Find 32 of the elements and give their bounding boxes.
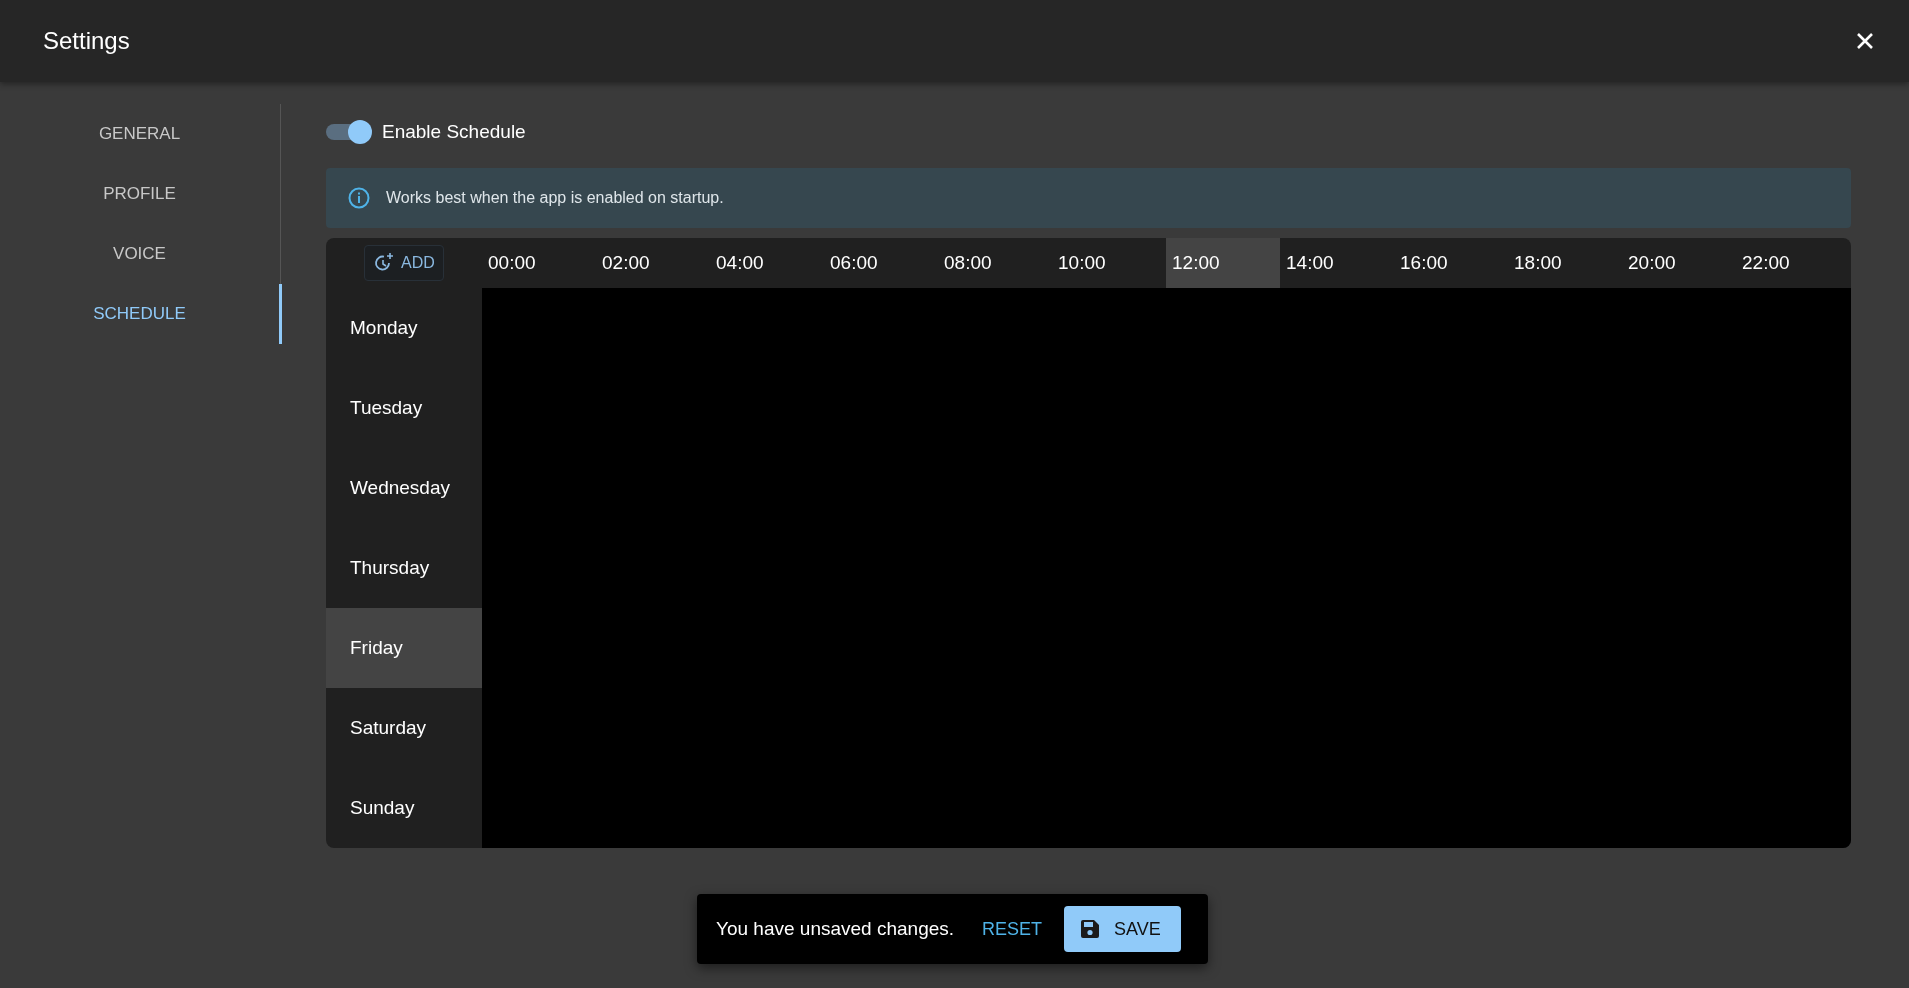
hour-header: 06:00: [829, 251, 879, 275]
day-label: Tuesday: [349, 396, 424, 420]
sidebar-tab[interactable]: VOICE: [0, 224, 282, 284]
hour-header: 14:00: [1285, 251, 1335, 275]
hour-header: 22:00: [1741, 251, 1791, 275]
hour-header: 18:00: [1513, 251, 1563, 275]
day-label: Sunday: [349, 796, 416, 820]
day-label: Thursday: [349, 556, 431, 580]
hour-header: 02:00: [601, 251, 651, 275]
toggle-switch[interactable]: [326, 119, 372, 145]
snackbar-message: You have unsaved changes.: [716, 918, 955, 940]
day-label: Saturday: [349, 716, 428, 740]
info-icon: [348, 187, 370, 209]
day-label: Wednesday: [349, 476, 451, 500]
day-label: Monday: [349, 316, 419, 340]
hour-header: 10:00: [1057, 251, 1107, 275]
sidebar-tab[interactable]: PROFILE: [0, 164, 282, 224]
add-button[interactable]: ADD: [364, 245, 444, 281]
toggle-label: Enable Schedule: [382, 121, 526, 143]
reset-button[interactable]: RESET: [974, 912, 1051, 946]
info-text: Works best when the app is enabled on startup.: [386, 189, 724, 207]
window-title: Settings: [43, 27, 130, 55]
sidebar-tab[interactable]: GENERAL: [0, 104, 282, 164]
sidebar-tab[interactable]: SCHEDULE: [0, 284, 282, 344]
hour-header: 16:00: [1399, 251, 1449, 275]
save-button[interactable]: SAVE: [1064, 906, 1181, 952]
hour-header: 00:00: [487, 251, 537, 275]
hour-header: 04:00: [715, 251, 765, 275]
hour-header: 12:00: [1166, 238, 1280, 288]
hour-header: 08:00: [943, 251, 993, 275]
hour-header: 20:00: [1627, 251, 1677, 275]
day-label: Friday: [326, 608, 482, 688]
